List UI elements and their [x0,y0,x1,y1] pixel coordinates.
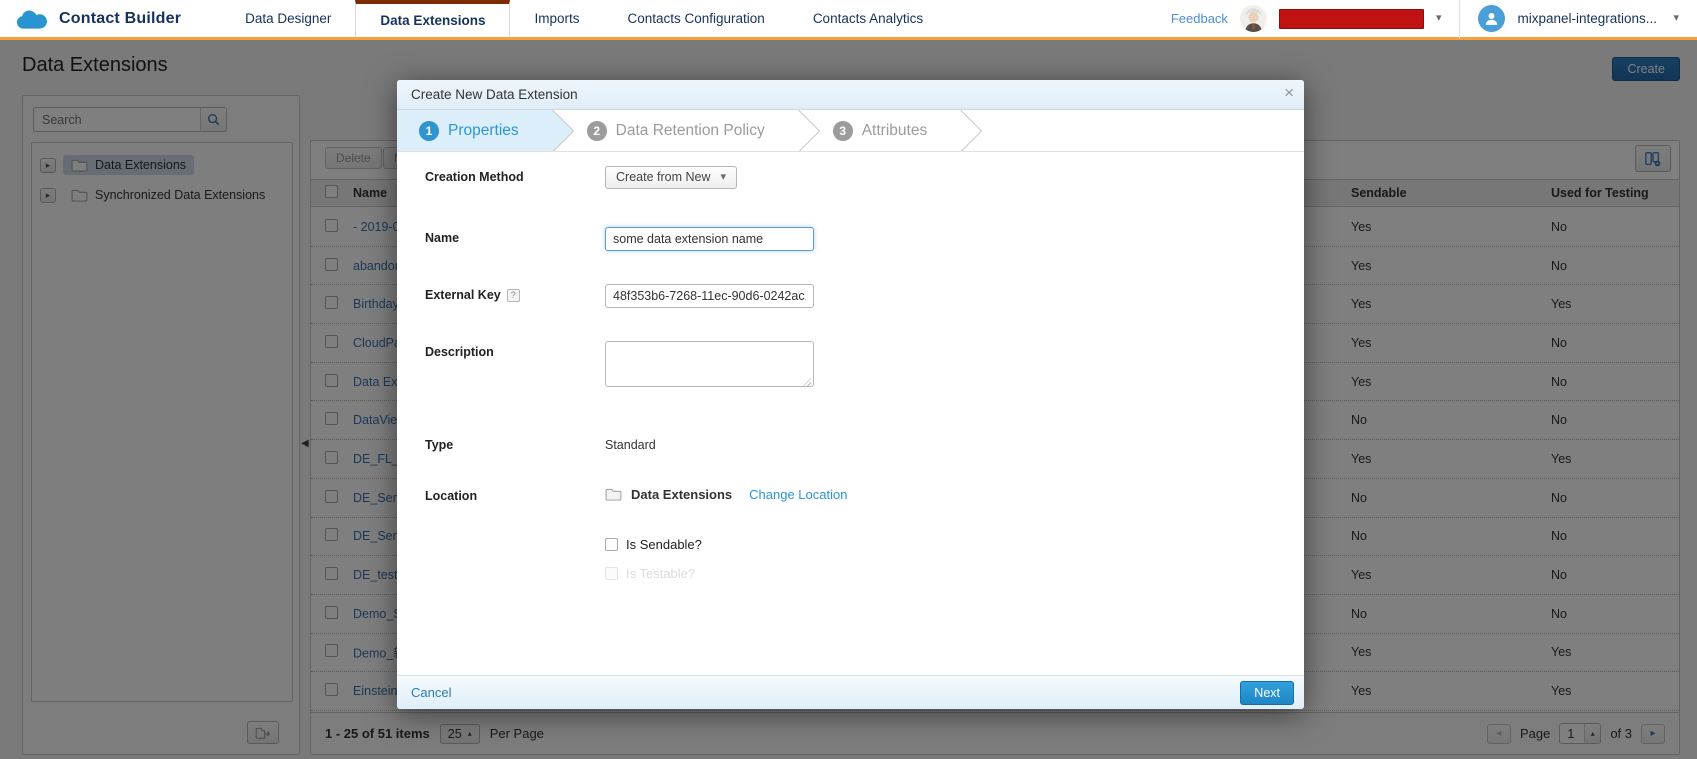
einstein-avatar[interactable] [1240,5,1267,32]
redacted-account-badge[interactable] [1279,9,1424,29]
description-textarea[interactable] [605,341,814,387]
external-key-label-text: External Key [425,288,501,302]
next-button[interactable]: Next [1240,681,1294,705]
einstein-mascot-icon [1240,5,1267,32]
app-brand: Contact Builder [0,0,221,37]
account-caret-down-icon[interactable]: ▾ [1436,13,1442,24]
close-icon[interactable]: × [1284,84,1294,101]
step-number-badge: 3 [833,121,853,141]
is-testable-label: Is Testable? [626,566,695,581]
folder-icon [605,488,622,501]
is-testable-checkbox [605,567,618,580]
step-label: Properties [448,122,519,140]
wizard-steps: 1 Properties 2 Data Retention Policy 3 A… [397,110,1304,152]
creation-method-value: Create from New [616,170,710,184]
change-location-link[interactable]: Change Location [749,487,847,502]
creation-method-dropdown[interactable]: Create from New ▾ [605,166,737,189]
nav-tabs: Data Designer Data Extensions Imports Co… [221,0,947,37]
step-label: Data Retention Policy [616,122,765,140]
help-icon[interactable]: ? [507,289,520,302]
app-window: Contact Builder Data Designer Data Exten… [0,0,1697,759]
spacer-label [425,566,605,570]
user-avatar[interactable] [1478,5,1505,32]
modal-title: Create New Data Extension [411,87,578,102]
person-icon [1483,10,1500,27]
step-label: Attributes [862,122,927,140]
type-value: Standard [605,434,656,452]
step-attributes[interactable]: 3 Attributes [799,110,961,152]
step-number-badge: 2 [587,121,607,141]
modal-header: Create New Data Extension × [397,80,1304,110]
description-label: Description [425,341,605,359]
cancel-button[interactable]: Cancel [397,685,451,700]
name-label: Name [425,227,605,245]
user-menu-caret-down-icon[interactable]: ▾ [1673,13,1679,24]
step-number-badge: 1 [419,121,439,141]
type-label: Type [425,434,605,452]
step-data-retention-policy[interactable]: 2 Data Retention Policy [553,110,799,152]
user-name[interactable]: mixpanel-integrations... [1517,11,1647,26]
tab-contacts-analytics[interactable]: Contacts Analytics [789,0,947,37]
location-value: Data Extensions [631,487,732,502]
creation-method-label: Creation Method [425,166,605,184]
tab-data-extensions[interactable]: Data Extensions [355,0,510,37]
top-nav: Contact Builder Data Designer Data Exten… [0,0,1697,40]
is-sendable-label: Is Sendable? [626,537,702,552]
external-key-input[interactable] [605,284,814,308]
tab-imports[interactable]: Imports [510,0,603,37]
step-properties[interactable]: 1 Properties [397,110,553,152]
external-key-label: External Key ? [425,284,605,302]
chevron-down-icon: ▾ [720,172,726,183]
feedback-link[interactable]: Feedback [1171,11,1228,26]
salesforce-cloud-icon [15,7,49,31]
modal-footer: Cancel Next [397,675,1304,709]
nav-right: Feedback ▾ mixpanel-integrations. [1171,0,1697,37]
tab-contacts-configuration[interactable]: Contacts Configuration [603,0,788,37]
app-title: Contact Builder [59,10,181,28]
location-label: Location [425,485,605,503]
modal-body: Creation Method Create from New ▾ Name E… [397,152,1304,675]
nav-divider [1459,0,1460,39]
name-input[interactable] [605,227,814,251]
spacer-label [425,537,605,541]
tab-data-designer[interactable]: Data Designer [221,0,355,37]
create-data-extension-modal: Create New Data Extension × 1 Properties… [397,80,1304,709]
is-sendable-checkbox[interactable] [605,538,618,551]
